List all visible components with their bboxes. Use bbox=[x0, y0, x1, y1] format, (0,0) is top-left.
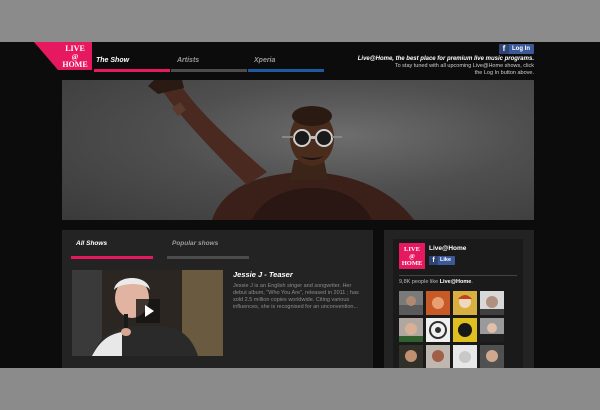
like-label: Like bbox=[440, 257, 452, 263]
video-thumbnail[interactable] bbox=[72, 270, 223, 356]
hero-image bbox=[62, 80, 534, 220]
show-description: Jessie J is an English singer and songwr… bbox=[233, 283, 359, 310]
tagline: Live@Home, the best place for premium li… bbox=[357, 56, 534, 62]
play-icon bbox=[145, 305, 154, 317]
fan-avatar[interactable] bbox=[426, 318, 450, 342]
fan-avatar[interactable] bbox=[399, 291, 423, 315]
live-at-home-logo[interactable]: LIVE @ HOME bbox=[34, 42, 92, 70]
performer-photo bbox=[148, 80, 414, 220]
tab-label: All Shows bbox=[76, 240, 108, 247]
page-stage: LIVE @ HOME The Show Artists Xperia f Lo… bbox=[0, 42, 600, 368]
tab-label: Artists bbox=[177, 57, 200, 64]
svg-text:HOME: HOME bbox=[62, 60, 87, 69]
login-label: Log In bbox=[512, 46, 530, 52]
tab-artists[interactable]: Artists bbox=[171, 56, 247, 72]
live-at-home-page-logo[interactable]: LIVE @ HOME bbox=[399, 243, 425, 269]
tab-indicator bbox=[94, 69, 170, 72]
facebook-like-box: LIVE @ HOME Live@Home f Like 9,8K people… bbox=[393, 239, 523, 368]
divider bbox=[399, 275, 517, 276]
svg-text:LIVE: LIVE bbox=[65, 44, 85, 53]
svg-text:LIVE: LIVE bbox=[404, 246, 420, 253]
facebook-f-icon: f bbox=[499, 44, 509, 54]
tab-label: The Show bbox=[96, 57, 130, 64]
facebook-login-button[interactable]: f Log In bbox=[499, 44, 534, 54]
like-count-text: 9,8K people like Live@Home. bbox=[399, 279, 473, 285]
fan-avatar[interactable] bbox=[453, 345, 477, 368]
facebook-panel: LIVE @ HOME Live@Home f Like 9,8K people… bbox=[384, 230, 534, 368]
fan-avatar[interactable] bbox=[480, 291, 504, 315]
tab-the-show[interactable]: The Show bbox=[94, 56, 170, 72]
fan-avatar[interactable] bbox=[399, 318, 423, 342]
tab-indicator bbox=[248, 69, 324, 72]
fan-avatar[interactable] bbox=[480, 318, 504, 342]
shows-panel: All Shows Popular shows Jessie J - Tease… bbox=[62, 230, 373, 368]
login-hint-text: To stay tuned with all upcoming Live@Hom… bbox=[394, 63, 534, 76]
tab-indicator bbox=[167, 256, 249, 259]
play-button[interactable] bbox=[136, 299, 160, 323]
tab-indicator bbox=[71, 256, 153, 259]
tab-all-shows[interactable]: All Shows bbox=[62, 239, 153, 259]
tab-popular-shows[interactable]: Popular shows bbox=[158, 239, 249, 259]
main-nav: The Show Artists Xperia bbox=[94, 56, 325, 72]
fan-avatar[interactable] bbox=[453, 318, 477, 342]
facebook-f-icon: f bbox=[429, 256, 438, 265]
svg-text:HOME: HOME bbox=[402, 260, 423, 267]
tab-label: Xperia bbox=[254, 57, 276, 64]
fan-avatar[interactable] bbox=[399, 345, 423, 368]
facebook-page-name[interactable]: Live@Home bbox=[429, 245, 466, 252]
tab-indicator bbox=[171, 69, 247, 72]
tab-xperia[interactable]: Xperia bbox=[248, 56, 324, 72]
fan-avatar[interactable] bbox=[426, 291, 450, 315]
fan-avatar[interactable] bbox=[426, 345, 450, 368]
facebook-like-button[interactable]: f Like bbox=[429, 256, 456, 265]
fan-avatar[interactable] bbox=[480, 345, 504, 368]
show-title[interactable]: Jessie J - Teaser bbox=[233, 270, 293, 279]
tab-label: Popular shows bbox=[172, 240, 219, 247]
fan-avatar[interactable] bbox=[453, 291, 477, 315]
